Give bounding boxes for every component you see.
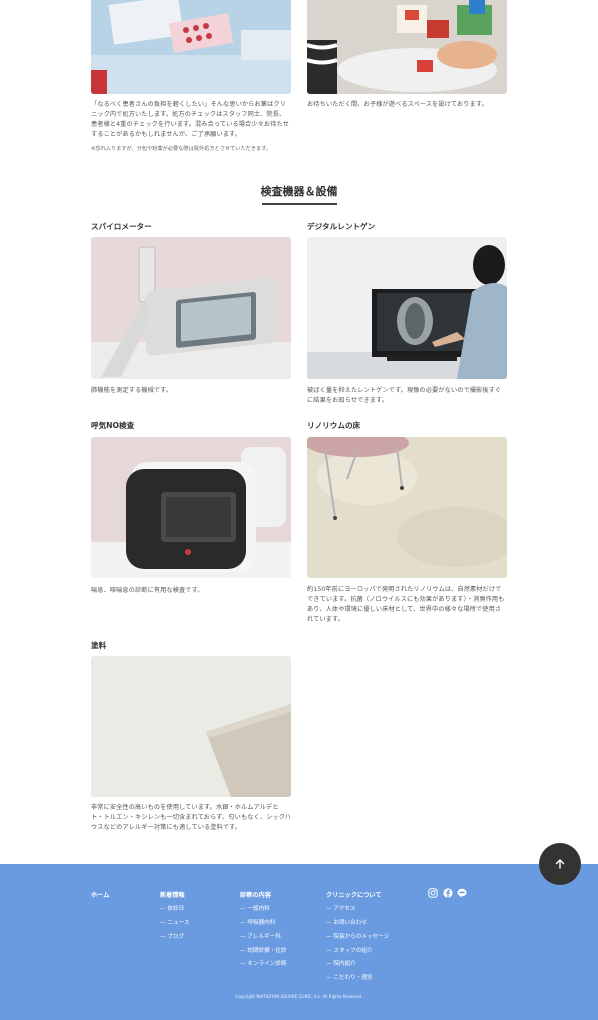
copyright-text: Copyright NHITSUYAN SQUARE CLINIC, Inc. … xyxy=(235,994,363,999)
kids-space-photo xyxy=(307,0,507,94)
equipment-title-xray: デジタルレントゲン xyxy=(307,222,376,231)
footer-link-blog[interactable]: ブログ xyxy=(160,932,184,940)
equipment-desc-spirometer: 肺機能を測定する機械です。 xyxy=(91,387,173,394)
footer-home-link[interactable]: ホーム xyxy=(91,890,109,899)
equipment-title-linoleum: リノリウムの床 xyxy=(307,421,361,430)
equipment-desc-linoleum: 約150年前にヨーロッパで発明されたリノリウムは、自然素材だけでできています。抗… xyxy=(307,586,505,623)
linoleum-photo xyxy=(307,437,507,578)
footer-link-allergy[interactable]: アレルギー科 xyxy=(240,932,281,940)
spirometer-photo xyxy=(91,237,291,379)
footer-link-home-visit[interactable]: 訪問診療・往診 xyxy=(240,946,286,954)
pharmacy-note: ※恐れ入りますが、分包や粉薬が必要な際は院外処方とさせていただきます。 xyxy=(91,146,272,152)
footer-news-heading[interactable]: 新着情報 xyxy=(160,890,185,899)
instagram-icon[interactable] xyxy=(428,888,438,898)
paint-photo xyxy=(91,656,291,797)
footer-link-clinic-tour[interactable]: 院内紹介 xyxy=(326,959,355,967)
back-to-top-button[interactable] xyxy=(539,843,581,885)
arrow-up-icon xyxy=(555,859,565,869)
footer-services-heading[interactable]: 診察の内容 xyxy=(240,890,271,899)
footer-link-online[interactable]: オンライン診断 xyxy=(240,959,286,967)
line-icon[interactable] xyxy=(457,888,467,898)
xray-photo xyxy=(307,237,507,379)
footer-link-director-message[interactable]: 院長からのメッセージ xyxy=(326,932,389,940)
pharmacy-photo xyxy=(91,0,291,94)
section-underline xyxy=(262,203,337,205)
footer-link-access[interactable]: アクセス xyxy=(326,904,355,912)
equipment-title-exhaled-no: 呼気NO検査 xyxy=(91,421,135,430)
footer-link-contact[interactable]: お問い合わせ xyxy=(326,918,367,926)
pharmacy-caption: 「なるべく患者さんの負担を軽くしたい」そんな思いからお薬はクリニック内で処方いた… xyxy=(91,101,290,138)
footer-about-heading[interactable]: クリニックについて xyxy=(326,890,382,899)
footer-link-holidays[interactable]: 休診日 xyxy=(160,904,184,912)
equipment-title-spirometer: スパイロメーター xyxy=(91,222,152,231)
equipment-desc-exhaled-no: 喘息、咳喘息の診断に有用な検査です。 xyxy=(91,587,204,594)
footer-link-respiratory[interactable]: 呼吸器内科 xyxy=(240,918,275,926)
footer-link-news[interactable]: ニュース xyxy=(160,918,189,926)
kids-space-caption: お待ちいただく間、お子様が遊べるスペースを設けております。 xyxy=(307,101,488,108)
exhaled-no-photo xyxy=(91,437,291,578)
footer-link-staff[interactable]: スタッフの紹介 xyxy=(326,946,372,954)
footer-link-internal-medicine[interactable]: 一般内科 xyxy=(240,904,269,912)
equipment-desc-xray: 被ばく量を抑えたレントゲンです。現像の必要がないので撮影後すぐに結果をお知らせで… xyxy=(307,387,502,404)
footer-link-philosophy[interactable]: こだわり・理念 xyxy=(326,973,372,981)
section-title: 検査機器＆設備 xyxy=(260,185,338,198)
equipment-desc-paint: 非常に安全性の高いものを使用しています。水銀・ホルムアルデヒト・トルエン・キシレ… xyxy=(91,804,291,831)
facebook-icon[interactable] xyxy=(443,888,453,898)
equipment-title-paint: 塗料 xyxy=(91,641,107,650)
